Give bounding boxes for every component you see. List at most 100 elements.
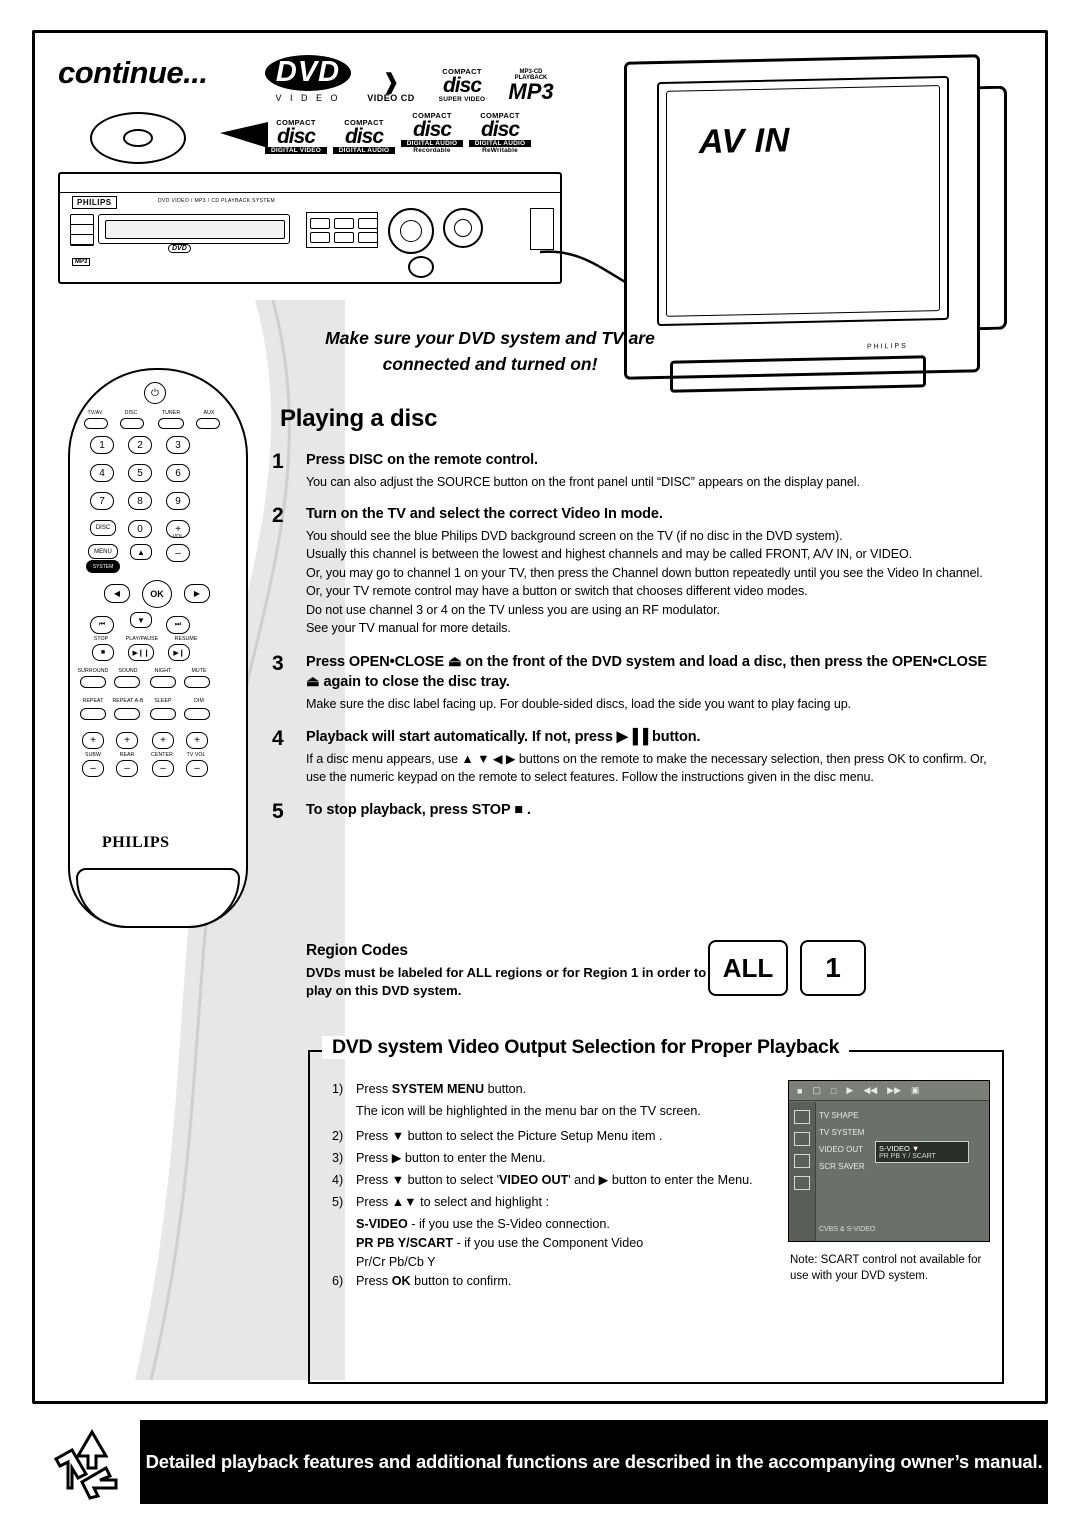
remote-button-repeat <box>80 708 106 720</box>
osd-icon-tv-shape <box>794 1110 810 1124</box>
cd-digital-video-logo: COMPACT disc DIGITAL VIDEO <box>265 118 327 154</box>
vo-step-number: 3) <box>332 1151 344 1165</box>
remote-button-ok: OK <box>142 580 172 608</box>
remote-label-dim: DIM <box>194 698 204 704</box>
step-heading: To stop playback, press STOP ■ . <box>306 802 531 818</box>
page-title: continue... <box>58 55 208 90</box>
vo-step-text: Press SYSTEM MENU button. <box>356 1082 527 1096</box>
player-model-text: DVD VIDEO / MP3 / CD PLAYBACK SYSTEM <box>158 198 276 204</box>
step-item: 4 Playback will start automatically. If … <box>272 727 1002 786</box>
remote-button-left: ◀ <box>104 584 130 603</box>
remote-label-rear: REAR <box>119 752 135 758</box>
step-paragraph: Usually this channel is between the lowe… <box>306 547 913 561</box>
step-heading: Playback will start automatically. If no… <box>306 729 701 745</box>
remote-button-mute <box>184 676 210 688</box>
remote-button-center-minus: – <box>152 760 174 777</box>
vo-step-text: Press ▲▼ to select and highlight : <box>356 1195 549 1209</box>
region-badge-one: 1 <box>800 940 866 996</box>
player-standby-knob <box>408 256 434 278</box>
super-video-cd-logo: COMPACT disc SUPER VIDEO <box>438 67 486 103</box>
player-dvd-badge: DVD <box>168 244 191 253</box>
player-button-stop <box>334 218 354 229</box>
remote-bottom-shell <box>76 868 240 928</box>
osd-menu-list: TV SHAPE TV SYSTEM VIDEO OUT SCR SAVER <box>819 1107 865 1175</box>
player-button-play-pause <box>310 218 330 229</box>
vo-option-component: PR PB Y/SCART - if you use the Component… <box>356 1236 644 1250</box>
remote-button-sound <box>114 676 140 688</box>
step-item: 1 Press DISC on the remote control. You … <box>272 450 1002 492</box>
remote-key-9: 9 <box>166 492 190 510</box>
osd-icon-play: ▶ <box>846 1085 854 1095</box>
remote-key-4: 4 <box>90 464 114 482</box>
remote-label-sleep: SLEEP <box>154 698 172 704</box>
player-button-next <box>334 232 354 243</box>
osd-icon-exit: ▣ <box>911 1085 920 1095</box>
player-button-open-close <box>358 232 378 243</box>
footer-banner: Detailed playback features and additiona… <box>140 1420 1048 1504</box>
vo-step-text: Press ▼ button to select the Picture Set… <box>356 1129 663 1143</box>
remote-label-surround: SURROUND <box>77 668 109 674</box>
remote-button-menu: MENU <box>88 544 118 559</box>
player-mp3-badge: MP3 <box>72 258 91 266</box>
video-output-instructions: 1) Press SYSTEM MENU button. The icon wi… <box>326 1080 776 1294</box>
osd-icon-forward: ▶▶ <box>887 1085 901 1095</box>
remote-label-mute: MUTE <box>191 668 207 674</box>
osd-menu-item: VIDEO OUT <box>819 1145 864 1154</box>
remote-label-center: CENTER <box>151 752 173 758</box>
recycle-icon <box>53 1429 118 1500</box>
remote-button-tvav <box>84 418 108 429</box>
step-number: 5 <box>272 800 284 823</box>
remote-key-7: 7 <box>90 492 114 510</box>
player-left-buttons <box>70 214 94 246</box>
remote-button-surround <box>80 676 106 688</box>
player-button-prev <box>310 232 330 243</box>
osd-icon-column <box>789 1102 816 1241</box>
remote-label-sound: SOUND <box>118 668 138 674</box>
remote-power-button: ⏻ <box>144 382 166 404</box>
scart-note: Note: SCART control not available for us… <box>790 1254 982 1282</box>
vo-step-number: 5) <box>332 1195 344 1209</box>
remote-label-subw: SUBW <box>85 752 101 758</box>
remote-button-tuner <box>158 418 184 429</box>
remote-label-tvvol: TV VOL <box>186 752 206 758</box>
remote-button-vol-down: – <box>166 544 190 562</box>
osd-menu-item: TV SYSTEM <box>819 1128 865 1137</box>
dvd-video-logo: DVD V I D E O <box>265 55 351 103</box>
vo-step-text: Press ▶ button to enter the Menu. <box>356 1151 546 1165</box>
vo-step: 2) Press ▼ button to select the Picture … <box>326 1127 776 1146</box>
footer-text: Detailed playback features and additiona… <box>145 1451 1043 1472</box>
osd-option-svideo: S-VIDEO ▼ <box>879 1144 920 1153</box>
video-output-section-title: DVD system Video Output Selection for Pr… <box>322 1036 850 1059</box>
vo-step-number: 6) <box>332 1274 344 1288</box>
remote-label-play-pause: PLAY/PAUSE <box>125 636 159 642</box>
remote-label-aux: AUX <box>203 410 215 416</box>
player-button-program <box>358 218 378 229</box>
step-paragraph: Or, your TV remote control may have a bu… <box>306 584 808 598</box>
step-paragraph: You should see the blue Philips DVD back… <box>306 528 843 543</box>
step-heading: Turn on the TV and select the correct Vi… <box>306 505 663 522</box>
step-number: 4 <box>272 727 284 750</box>
remote-label-disc: DISC <box>124 410 138 416</box>
remote-button-subw-plus: + <box>82 732 104 749</box>
step-paragraph: Do not use channel 3 or 4 on the TV unle… <box>306 602 720 617</box>
remote-button-night <box>150 676 176 688</box>
player-volume-knob <box>443 208 483 248</box>
step-body: You can also adjust the SOURCE button on… <box>306 474 1002 492</box>
vo-step-number: 1) <box>332 1082 344 1096</box>
vo-option-svideo: S-VIDEO - if you use the S-Video connect… <box>356 1217 610 1231</box>
step-number: 1 <box>272 450 284 473</box>
remote-button-disc-menu: DISC <box>90 520 116 536</box>
step-paragraph: Or, you may go to channel 1 on your TV, … <box>306 565 983 580</box>
remote-button-aux <box>196 418 220 429</box>
osd-screenshot: ■ ▢ □ ▶ ◀◀ ▶▶ ▣ TV SHAPE TV SYSTEM VIDEO… <box>788 1080 990 1242</box>
osd-footer-text: CVBS & S-VIDEO <box>819 1226 876 1233</box>
mp3-cd-logo: MP3-CD PLAYBACK MP3 <box>508 69 554 104</box>
remote-button-system-menu: SYSTEM <box>86 560 120 573</box>
remote-button-tvvol-minus: – <box>186 760 208 777</box>
remote-label-night: NIGHT <box>154 668 172 674</box>
cd-recordable-logo: COMPACT disc DIGITAL AUDIO Recordable <box>401 111 463 154</box>
player-brand-label: PHILIPS <box>72 196 117 209</box>
remote-label-vol: VOL <box>172 534 184 540</box>
osd-icon-display <box>794 1154 810 1168</box>
osd-icon-picture: ■ <box>797 1085 803 1096</box>
